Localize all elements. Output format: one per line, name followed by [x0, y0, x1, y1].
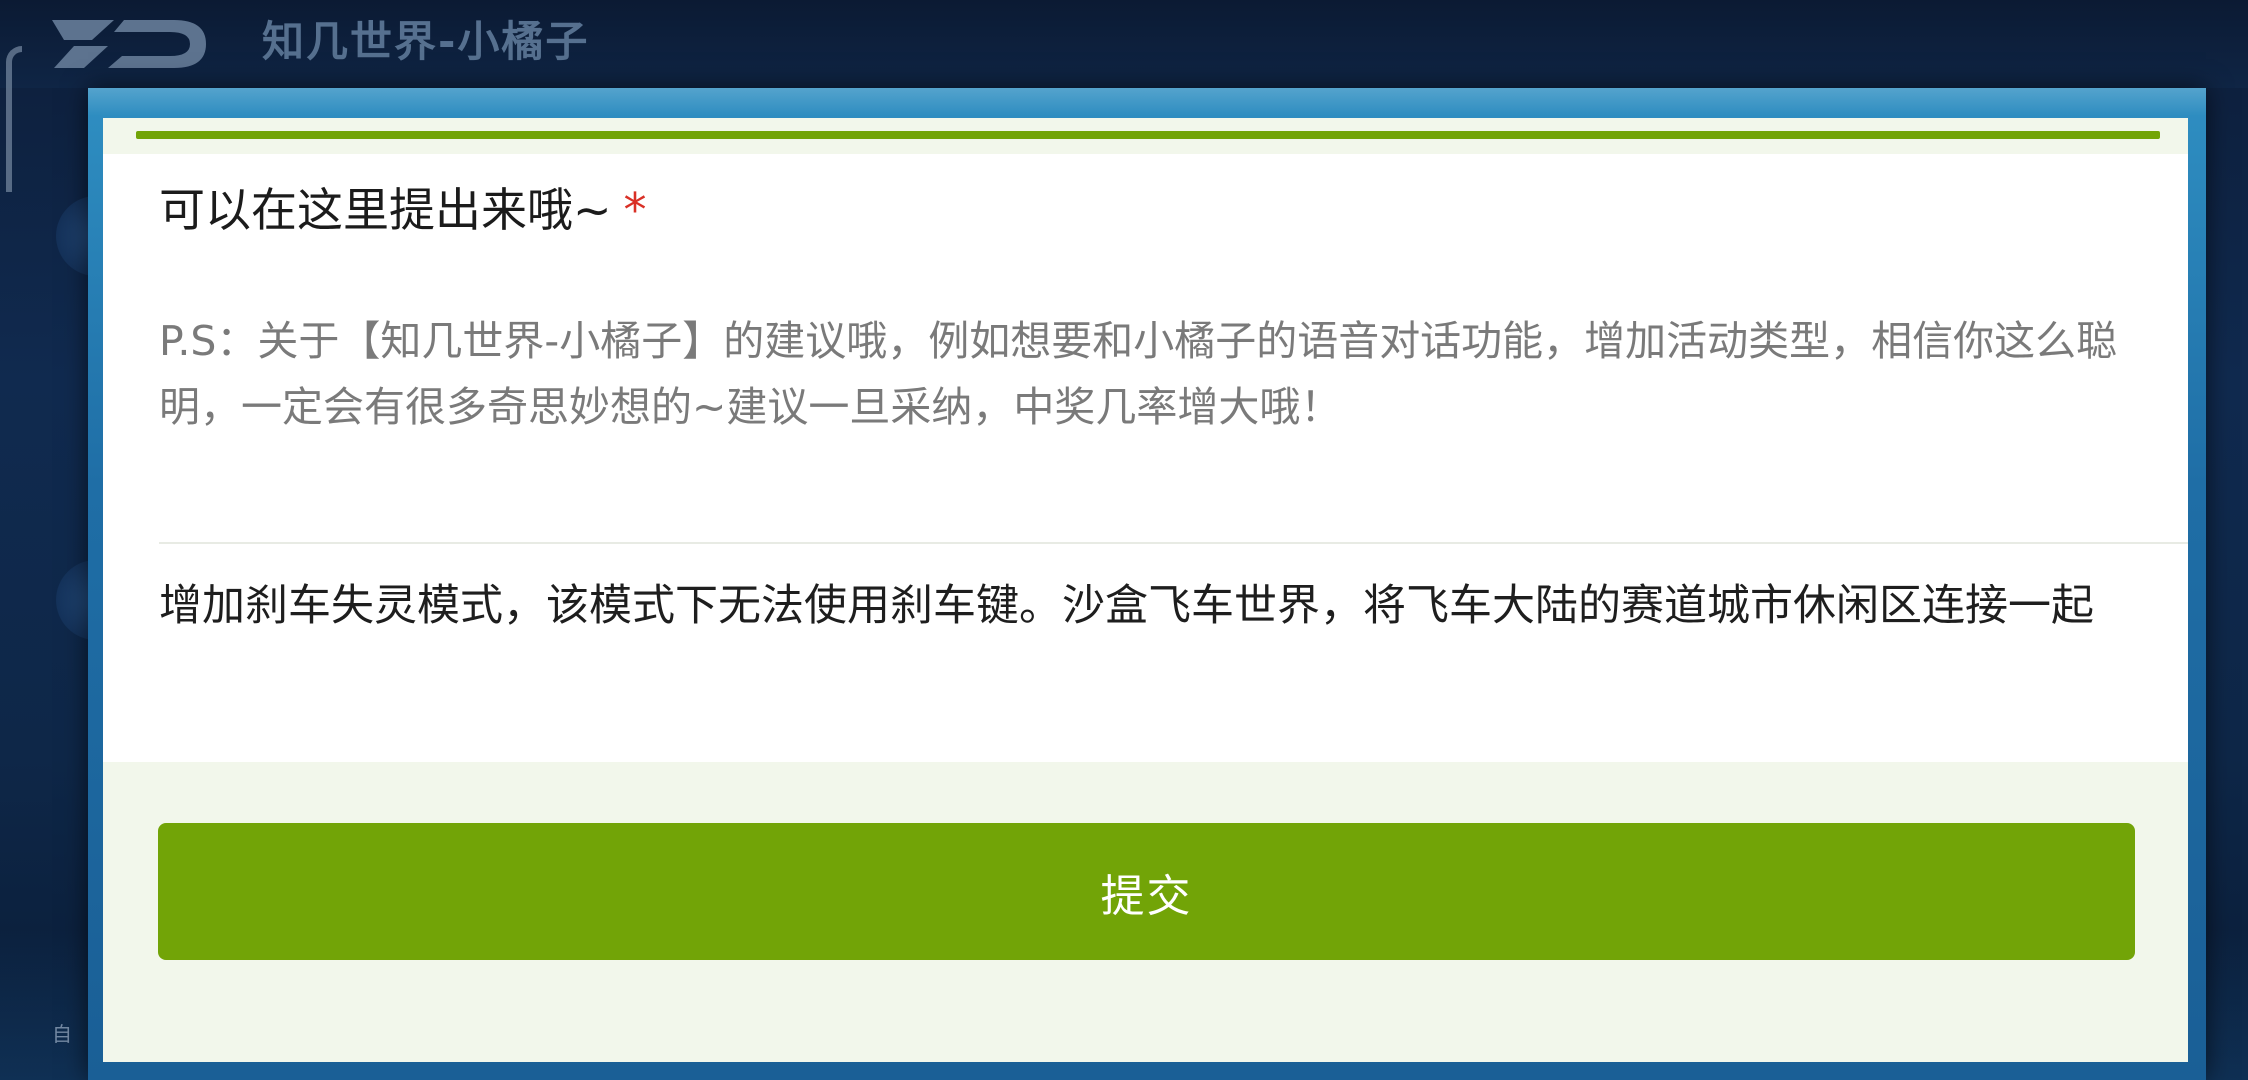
survey-dialog: 可以在这里提出来哦~ * P.S：关于【知几世界-小橘子】的建议哦，例如想要和小橘… — [103, 118, 2188, 1062]
background-scrollbar — [6, 46, 22, 192]
dialog-frame-gloss — [88, 88, 2206, 116]
game-header: 知几世界-小橘子 — [0, 0, 2248, 88]
background-side-label: 自 — [52, 1022, 72, 1046]
submit-button[interactable]: 提交 — [158, 823, 2135, 960]
progress-bar — [136, 131, 2160, 139]
question-title-text: 可以在这里提出来哦~ — [159, 183, 612, 237]
game-logo-icon — [52, 20, 206, 68]
question-card: 可以在这里提出来哦~ * P.S：关于【知几世界-小橘子】的建议哦，例如想要和小橘… — [103, 154, 2188, 762]
game-title: 知几世界-小橘子 — [262, 17, 590, 66]
answer-textarea[interactable]: 增加刹车失灵模式，该模式下无法使用刹车键。沙盒飞车世界，将飞车大陆的赛道城市休闲… — [159, 546, 2159, 666]
divider — [159, 542, 2188, 544]
required-mark: * — [623, 183, 647, 237]
question-title: 可以在这里提出来哦~ * — [159, 180, 647, 240]
question-description: P.S：关于【知几世界-小橘子】的建议哦，例如想要和小橘子的语音对话功能，增加活… — [159, 317, 2118, 431]
